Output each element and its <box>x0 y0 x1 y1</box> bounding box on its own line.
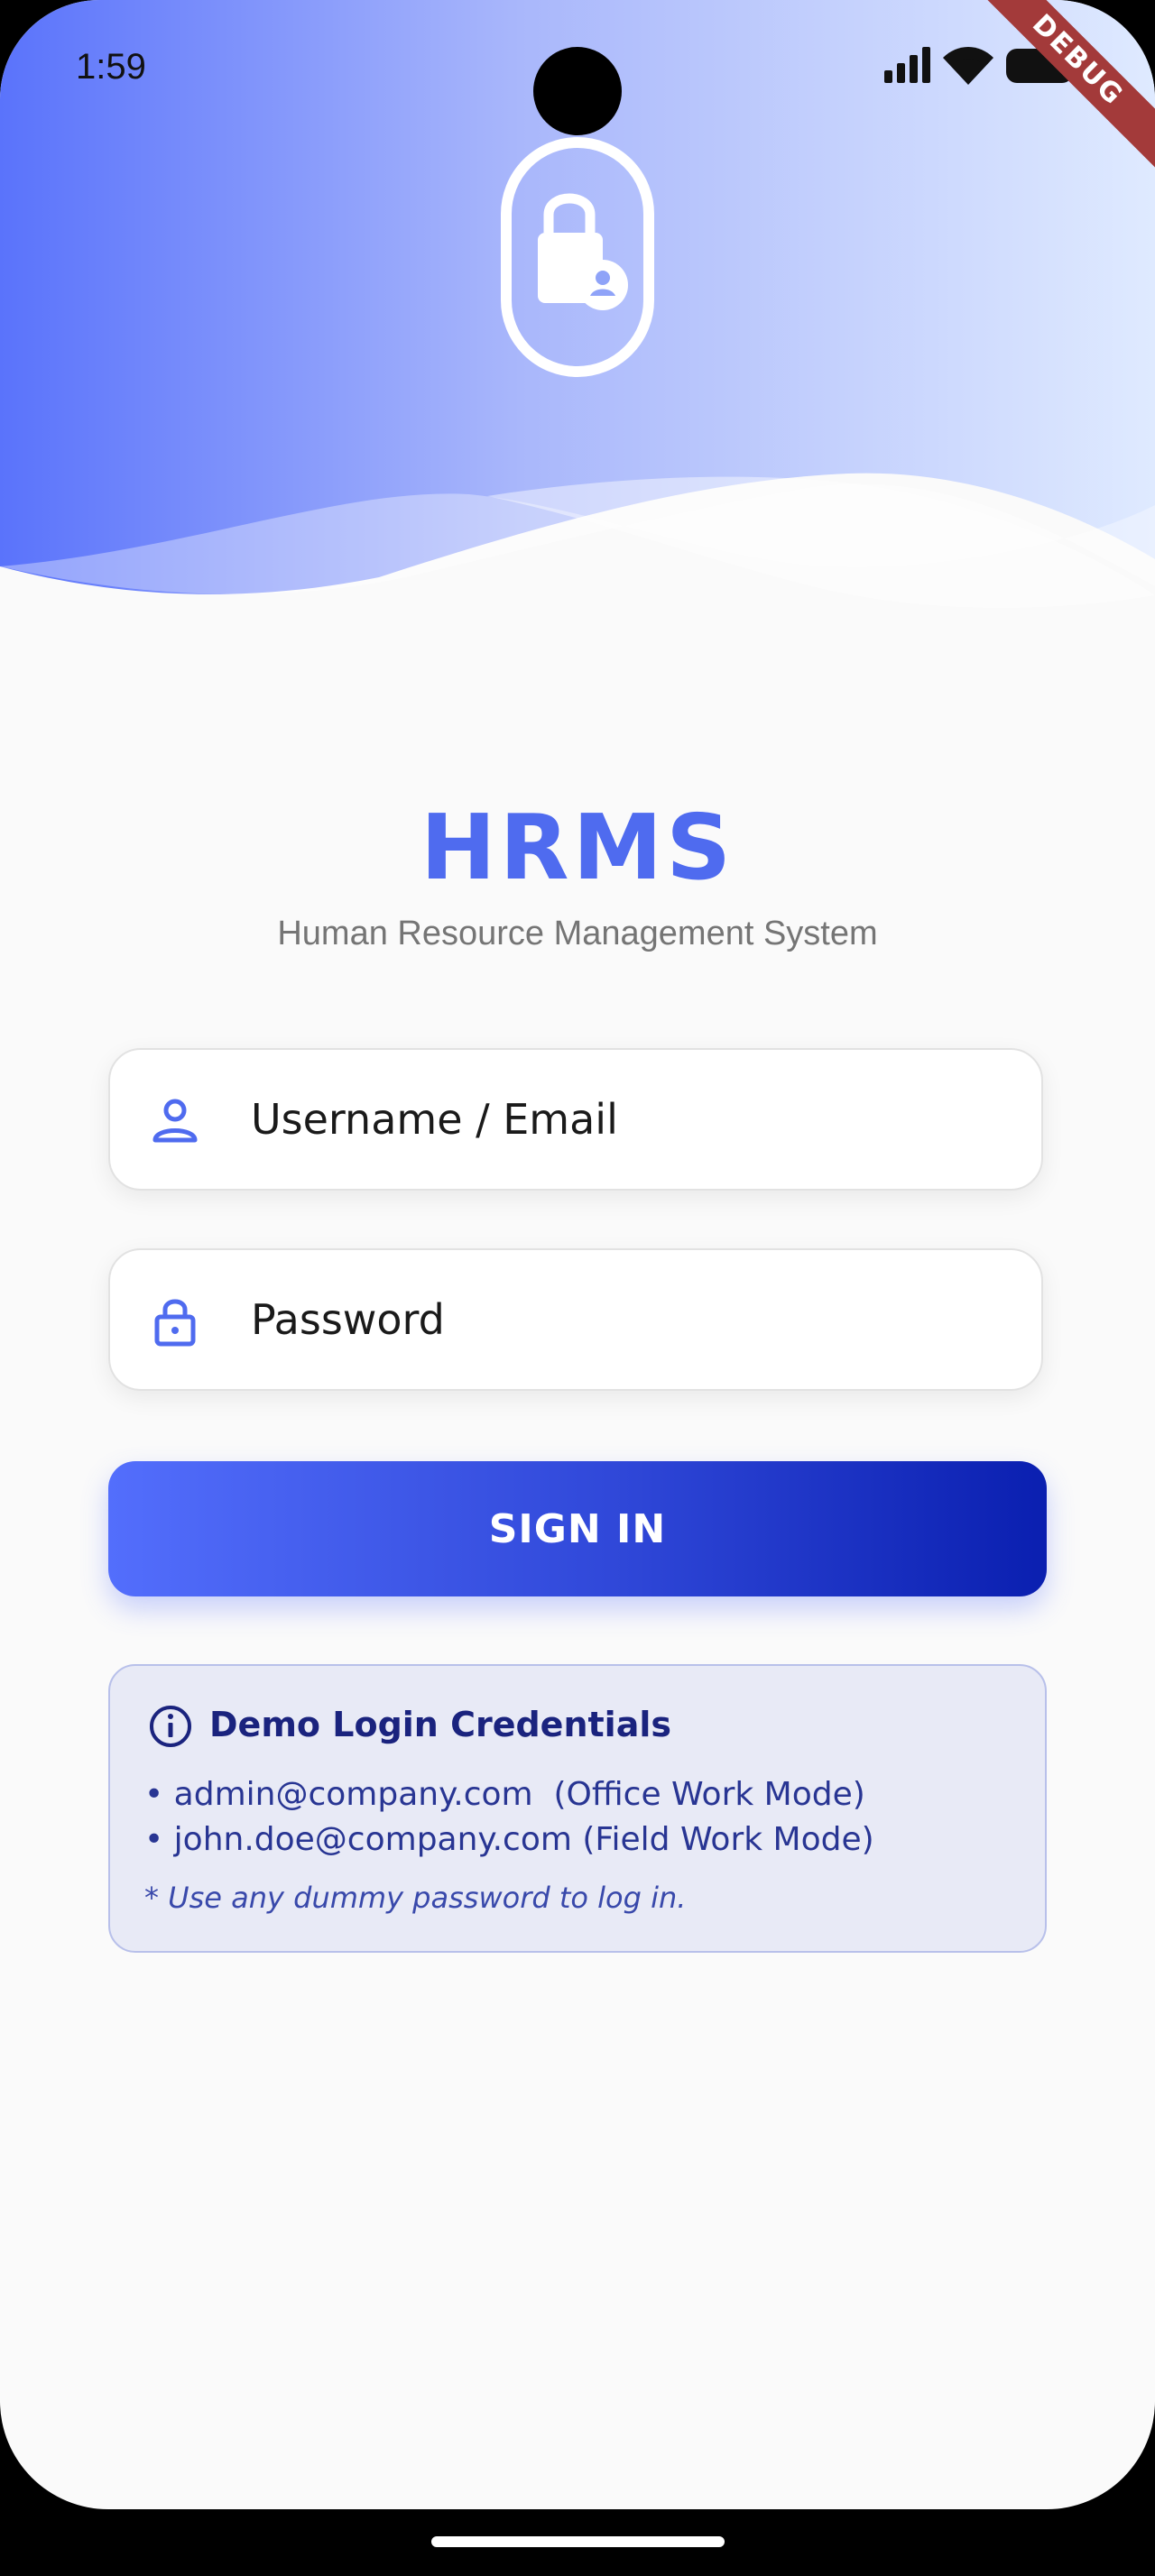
lock-icon <box>154 1299 196 1347</box>
wifi-icon <box>943 47 993 85</box>
lock-person-icon <box>501 137 654 377</box>
app-title: HRMS <box>420 795 735 900</box>
demo-credentials-card: Demo Login Credentials • admin@company.c… <box>108 1664 1047 1953</box>
password-input[interactable] <box>251 1250 1009 1389</box>
password-field[interactable] <box>108 1248 1043 1391</box>
battery-icon <box>1006 49 1078 83</box>
front-camera <box>533 47 622 135</box>
username-input[interactable] <box>251 1050 1009 1189</box>
home-indicator[interactable] <box>431 2536 725 2547</box>
title-block: HRMS Human Resource Management System <box>0 794 1155 953</box>
sign-in-button[interactable]: SIGN IN <box>108 1461 1047 1596</box>
demo-credential-line: • admin@company.com (Office Work Mode) <box>144 1776 865 1813</box>
demo-credential-line: • john.doe@company.com (Field Work Mode) <box>144 1821 874 1858</box>
status-time: 1:59 <box>76 47 146 87</box>
signal-icon <box>884 47 930 83</box>
app-subtitle: Human Resource Management System <box>277 915 878 952</box>
status-bar: 1:59 <box>0 0 1155 135</box>
username-field[interactable] <box>108 1048 1043 1191</box>
info-icon <box>150 1706 191 1747</box>
demo-title: Demo Login Credentials <box>209 1705 671 1744</box>
demo-note: * Use any dummy password to log in. <box>144 1881 687 1915</box>
phone-screen: 1:59 DEBUG HRMS Human Resource Managemen… <box>0 0 1155 2509</box>
person-icon <box>152 1099 198 1143</box>
